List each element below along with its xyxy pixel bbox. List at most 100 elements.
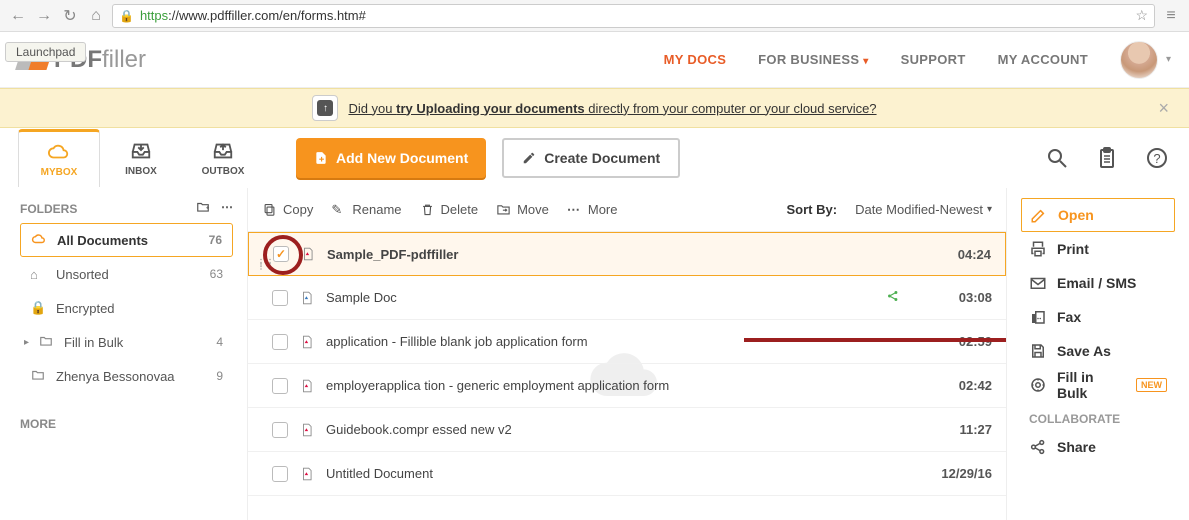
share-button[interactable]: Share: [1021, 430, 1175, 464]
tab-mybox[interactable]: MYBOX: [18, 129, 100, 187]
fillbulk-button[interactable]: Fill in BulkNEW: [1021, 368, 1175, 402]
add-document-button[interactable]: Add New Document: [296, 138, 486, 178]
cloud-icon: [31, 232, 47, 249]
document-time: 11:27: [922, 422, 992, 437]
url-bar[interactable]: 🔒 https://www.pdffiller.com/en/forms.htm…: [112, 4, 1155, 28]
document-row[interactable]: Untitled Document12/29/16: [248, 452, 1006, 496]
button-label: Create Document: [544, 150, 660, 166]
checkbox[interactable]: [272, 334, 288, 350]
forward-button[interactable]: →: [34, 6, 54, 26]
user-menu[interactable]: ▾: [1120, 41, 1171, 79]
document-row[interactable]: ⋮⋮⋮⋮ Sample_PDF-pdffiller 04:24: [248, 232, 1006, 276]
folder-all-documents[interactable]: All Documents 76: [20, 223, 233, 257]
upload-icon[interactable]: ↑: [312, 95, 338, 121]
document-row[interactable]: employerapplica tion - generic employmen…: [248, 364, 1006, 408]
outbox-icon: [211, 140, 235, 162]
document-row[interactable]: application - Fillible blank job applica…: [248, 320, 1006, 364]
sidebar: FOLDERS + ⋯ All Documents 76 ⌂ Unsorted …: [0, 188, 248, 520]
plus-doc-icon: [314, 151, 328, 165]
print-button[interactable]: Print: [1021, 232, 1175, 266]
back-button[interactable]: ←: [8, 6, 28, 26]
inbox-icon: [129, 140, 153, 162]
tab-outbox[interactable]: OUTBOX: [182, 129, 264, 187]
lock-icon: 🔒: [119, 9, 134, 23]
hamburger-icon[interactable]: ≡: [1161, 6, 1181, 26]
folder-label: Unsorted: [56, 267, 200, 282]
action-bar: Copy ✎Rename Delete Move ⋯More Sort By: …: [248, 188, 1006, 232]
checkbox[interactable]: [273, 246, 289, 262]
folder-icon: [30, 368, 46, 385]
search-icon[interactable]: [1043, 144, 1071, 172]
document-time: 12/29/16: [922, 466, 992, 481]
help-icon[interactable]: ?: [1143, 144, 1171, 172]
actions-panel: Open Print Email / SMS Fax Save As Fill …: [1007, 188, 1189, 520]
document-name: Sample_PDF-pdffiller: [327, 247, 909, 262]
checkbox[interactable]: [272, 290, 288, 306]
folder-fillinbulk[interactable]: ▸ Fill in Bulk 4: [20, 325, 233, 359]
create-document-button[interactable]: Create Document: [502, 138, 680, 178]
rename-button[interactable]: ✎Rename: [331, 202, 401, 217]
document-panel: Copy ✎Rename Delete Move ⋯More Sort By: …: [248, 188, 1007, 520]
clipboard-icon[interactable]: [1093, 144, 1121, 172]
launchpad-tooltip: Launchpad: [5, 42, 86, 62]
collaborate-heading: COLLABORATE: [1029, 412, 1175, 426]
add-folder-icon[interactable]: +: [195, 200, 211, 217]
folder-user[interactable]: Zhenya Bessonovaa 9: [20, 359, 233, 393]
folder-unsorted[interactable]: ⌂ Unsorted 63: [20, 257, 233, 291]
document-row[interactable]: Sample Doc 03:08: [248, 276, 1006, 320]
lock-icon: 🔒: [30, 300, 46, 316]
expand-icon[interactable]: ▸: [24, 337, 32, 348]
folder-label: Zhenya Bessonovaa: [56, 369, 206, 384]
folders-heading: FOLDERS + ⋯: [20, 200, 233, 217]
document-list: ⋮⋮⋮⋮ Sample_PDF-pdffiller 04:24 Sample Doc 0…: [248, 232, 1006, 520]
cloud-icon: [47, 141, 71, 163]
sort-dropdown[interactable]: Date Modified-Newest▾: [855, 202, 992, 217]
banner-text[interactable]: Did you try Uploading your documents dir…: [348, 101, 876, 116]
tab-label: INBOX: [125, 166, 157, 177]
file-icon: [300, 290, 314, 306]
tab-inbox[interactable]: INBOX: [100, 129, 182, 187]
open-button[interactable]: Open: [1021, 198, 1175, 232]
bookmark-icon[interactable]: ☆: [1135, 7, 1148, 24]
top-nav: MY DOCS FOR BUSINESS▾ SUPPORT MY ACCOUNT…: [664, 41, 1171, 79]
document-time: 04:24: [921, 247, 991, 262]
home-icon: ⌂: [30, 267, 46, 282]
folder-count: 9: [216, 369, 223, 383]
folder-label: Fill in Bulk: [64, 335, 206, 350]
site-header: Launchpad PDFfiller MY DOCS FOR BUSINESS…: [0, 32, 1189, 88]
document-row[interactable]: Guidebook.compr essed new v2 11:27: [248, 408, 1006, 452]
tab-label: OUTBOX: [202, 166, 245, 177]
file-icon: [300, 334, 314, 350]
home-button[interactable]: ⌂: [86, 6, 106, 26]
sort-label: Sort By:: [787, 202, 838, 217]
fax-button[interactable]: Fax: [1021, 300, 1175, 334]
nav-business[interactable]: FOR BUSINESS▾: [758, 52, 868, 67]
share-icon[interactable]: [886, 289, 900, 306]
box-tabs: MYBOX INBOX OUTBOX: [18, 129, 264, 187]
toolbar: MYBOX INBOX OUTBOX Add New Document Crea…: [0, 128, 1189, 188]
checkbox[interactable]: [272, 378, 288, 394]
document-time: 03:08: [922, 290, 992, 305]
nav-mydocs[interactable]: MY DOCS: [664, 52, 727, 67]
folder-encrypted[interactable]: 🔒 Encrypted: [20, 291, 233, 325]
checkbox[interactable]: [272, 466, 288, 482]
document-name: Sample Doc: [326, 290, 874, 305]
saveas-button[interactable]: Save As: [1021, 334, 1175, 368]
delete-button[interactable]: Delete: [420, 202, 479, 217]
nav-support[interactable]: SUPPORT: [901, 52, 966, 67]
close-icon[interactable]: ×: [1158, 98, 1169, 119]
more-button[interactable]: ⋯More: [567, 202, 618, 217]
nav-account[interactable]: MY ACCOUNT: [998, 52, 1088, 67]
folder-count: 63: [210, 267, 223, 281]
more-icon[interactable]: ⋯: [221, 200, 233, 217]
document-name: Guidebook.compr essed new v2: [326, 422, 910, 437]
folder-count: 76: [209, 233, 222, 247]
reload-button[interactable]: ↻: [60, 6, 80, 26]
folder-label: Encrypted: [56, 301, 213, 316]
folder-count: 4: [216, 335, 223, 349]
move-button[interactable]: Move: [496, 202, 549, 217]
checkbox[interactable]: [272, 422, 288, 438]
copy-button[interactable]: Copy: [262, 202, 313, 217]
email-button[interactable]: Email / SMS: [1021, 266, 1175, 300]
drag-handle[interactable]: ⋮⋮⋮⋮: [257, 261, 275, 269]
